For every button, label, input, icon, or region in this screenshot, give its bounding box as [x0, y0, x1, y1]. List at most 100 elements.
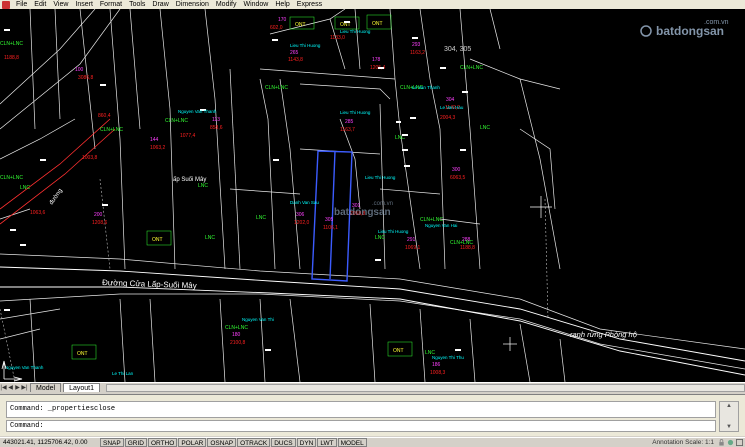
svg-text:CLN+LNC: CLN+LNC: [0, 175, 23, 181]
polar-toggle[interactable]: POLAR: [178, 438, 207, 447]
ucs-icon: [1, 360, 23, 382]
grid-toggle[interactable]: GRID: [124, 438, 147, 447]
svg-text:265: 265: [290, 50, 299, 56]
ont-land-boxes: ONT ONT ONT ONT ONT ONT: [71, 14, 413, 360]
svg-text:Danh Van Sau: Danh Van Sau: [290, 200, 319, 205]
svg-text:1163,7: 1163,7: [340, 127, 355, 133]
svg-text:1163,2: 1163,2: [410, 50, 425, 56]
menu-express[interactable]: Express: [295, 0, 327, 9]
autocad-app-icon[interactable]: [2, 0, 10, 9]
tray-settings-icon[interactable]: [727, 439, 734, 446]
svg-text:200: 200: [94, 212, 103, 218]
cad-drawing: 3086,8 1063,2 860,4 1208,6 858,6 1077,4 …: [0, 9, 745, 382]
svg-text:ONT: ONT: [77, 351, 88, 357]
parcel-pair-label: 304, 305: [444, 46, 471, 53]
clean-screen-icon[interactable]: [736, 439, 743, 446]
menu-dimension[interactable]: Dimension: [174, 0, 214, 9]
svg-text:304: 304: [446, 97, 455, 103]
dyn-toggle[interactable]: DYN: [296, 438, 317, 447]
svg-text:144: 144: [150, 137, 159, 143]
svg-text:Nguyen Van Thanh: Nguyen Van Thanh: [178, 109, 217, 114]
svg-text:6063,5: 6063,5: [450, 175, 466, 181]
scroll-down-icon[interactable]: ▼: [720, 423, 738, 432]
menu-bar: File Edit View Insert Format Tools Draw …: [0, 0, 745, 9]
osnap-toggle[interactable]: OSNAP: [207, 438, 237, 447]
svg-text:305: 305: [325, 217, 334, 223]
svg-text:1003,8: 1003,8: [82, 155, 98, 161]
svg-text:1143,8: 1143,8: [288, 57, 303, 63]
svg-text:1063,6: 1063,6: [30, 210, 46, 216]
svg-text:1188,8: 1188,8: [4, 55, 19, 61]
svg-text:Le Van Hau: Le Van Hau: [440, 105, 464, 110]
svg-text:180: 180: [232, 332, 241, 338]
svg-text:602,0: 602,0: [270, 25, 283, 31]
svg-text:Le Thi Lan: Le Thi Lan: [112, 371, 134, 376]
menu-tools[interactable]: Tools: [127, 0, 150, 9]
svg-text:Nguyen Thi Thu: Nguyen Thi Thu: [432, 355, 464, 360]
svg-text:860,4: 860,4: [98, 113, 111, 119]
lock-icon[interactable]: [718, 439, 725, 446]
svg-text:CLN+LNC: CLN+LNC: [165, 118, 188, 124]
left-street-hatch: [0, 118, 116, 225]
horizontal-scrollbar[interactable]: [106, 384, 745, 392]
svg-text:CLN+LNC: CLN+LNC: [0, 41, 23, 47]
command-history: Command: _propertiesclose: [6, 401, 716, 418]
tab-layout1[interactable]: Layout1: [63, 383, 100, 392]
svg-text:300: 300: [452, 167, 461, 173]
lwt-toggle[interactable]: LWT: [317, 438, 337, 447]
svg-text:ONT: ONT: [295, 22, 306, 28]
svg-text:186: 186: [432, 362, 441, 368]
svg-text:Le Van Thanh: Le Van Thanh: [412, 85, 440, 90]
svg-text:Nguyen Van Hai: Nguyen Van Hai: [425, 223, 457, 228]
menu-help[interactable]: Help: [273, 0, 294, 9]
svg-text:170: 170: [278, 17, 287, 23]
next-tab-button[interactable]: ▶: [14, 384, 21, 392]
area-label: ấp Suối Mây: [173, 177, 206, 183]
svg-text:batdongsan: batdongsan: [656, 24, 724, 38]
scroll-up-icon[interactable]: ▲: [720, 402, 738, 411]
svg-text:CLN+LNC: CLN+LNC: [265, 85, 288, 91]
svg-text:291: 291: [407, 237, 416, 243]
ortho-toggle[interactable]: ORTHO: [147, 438, 178, 447]
last-tab-button[interactable]: ▶|: [21, 384, 28, 392]
menu-draw[interactable]: Draw: [150, 0, 173, 9]
svg-text:CLN+LNC: CLN+LNC: [460, 65, 483, 71]
crosshair-cursor: [503, 196, 552, 351]
annotation-scale[interactable]: Annotation Scale: 1:1: [652, 438, 718, 447]
svg-text:LNC: LNC: [205, 235, 215, 241]
svg-text:1202,0: 1202,0: [294, 220, 310, 226]
menu-view[interactable]: View: [51, 0, 73, 9]
svg-text:1208,6: 1208,6: [92, 220, 108, 226]
menu-window[interactable]: Window: [241, 0, 273, 9]
tab-model[interactable]: Model: [30, 383, 62, 392]
coordinate-readout: 443021.41, 1125706.42, 0.00: [3, 439, 88, 446]
menu-modify[interactable]: Modify: [214, 0, 242, 9]
svg-text:ONT: ONT: [372, 21, 383, 27]
menu-format[interactable]: Format: [98, 0, 127, 9]
street-label: đường: [49, 188, 64, 206]
parcel-numbers: 3086,8 1063,2 860,4 1208,6 858,6 1077,4 …: [4, 25, 475, 376]
svg-text:Nguyen Van Thi: Nguyen Van Thi: [242, 317, 274, 322]
drawing-canvas[interactable]: 3086,8 1063,2 860,4 1208,6 858,6 1077,4 …: [0, 9, 745, 382]
svg-text:285: 285: [345, 119, 354, 125]
svg-text:CLN+LNC: CLN+LNC: [100, 127, 123, 133]
svg-text:Nguyen Van Thanh: Nguyen Van Thanh: [5, 365, 44, 370]
svg-text:LNC: LNC: [20, 185, 30, 191]
menu-file[interactable]: File: [14, 0, 32, 9]
menu-edit[interactable]: Edit: [32, 0, 51, 9]
prev-tab-button[interactable]: ◀: [7, 384, 14, 392]
model-toggle[interactable]: MODEL: [337, 438, 367, 447]
otrack-toggle[interactable]: OTRACK: [237, 438, 271, 447]
snap-toggle[interactable]: SNAP: [100, 438, 124, 447]
ducs-toggle[interactable]: DUCS: [271, 438, 296, 447]
svg-text:LNC: LNC: [256, 215, 266, 221]
command-input[interactable]: Command:: [6, 420, 716, 432]
svg-text:858,6: 858,6: [210, 125, 223, 131]
status-bar: 443021.41, 1125706.42, 0.00 SNAP GRID OR…: [0, 437, 745, 447]
forest-boundary-label: ranh rừng Phòng hộ: [570, 330, 637, 339]
first-tab-button[interactable]: |◀: [0, 384, 7, 392]
menu-insert[interactable]: Insert: [73, 0, 98, 9]
svg-text:1069,1: 1069,1: [405, 245, 421, 251]
command-scrollbar[interactable]: ▲ ▼: [719, 401, 739, 432]
svg-text:Lieu Thi Huong: Lieu Thi Huong: [290, 43, 321, 48]
